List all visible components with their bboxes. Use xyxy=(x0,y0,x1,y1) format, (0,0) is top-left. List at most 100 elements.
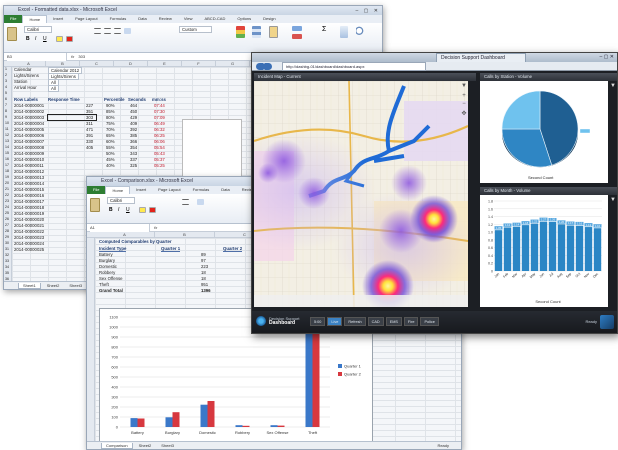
bar-quarter-1[interactable] xyxy=(235,425,243,427)
row-number[interactable]: 21 xyxy=(5,187,9,192)
ribbon-tab[interactable]: Page Layout xyxy=(152,186,186,194)
align-center-icon[interactable] xyxy=(104,28,111,34)
row-number[interactable]: 18 xyxy=(5,169,9,174)
month-bar[interactable] xyxy=(557,224,566,271)
row-number[interactable]: 26 xyxy=(5,217,9,222)
row-number[interactable]: 8 xyxy=(5,109,7,114)
row-number[interactable]: 28 xyxy=(5,229,9,234)
footer-button[interactable]: Refresh xyxy=(344,317,366,326)
sheet-tab[interactable]: Comparison xyxy=(101,443,133,449)
bar-quarter-2[interactable] xyxy=(137,418,145,428)
month-bar[interactable] xyxy=(512,226,521,271)
footer-button[interactable]: CAD xyxy=(367,317,384,326)
row-number[interactable]: 33 xyxy=(5,259,9,264)
footer-button[interactable]: Live xyxy=(327,317,343,326)
zoom-out-icon[interactable]: − xyxy=(461,101,467,107)
name-box[interactable]: B3 xyxy=(7,53,67,61)
row-number[interactable]: 27 xyxy=(5,223,9,228)
back-forward-icon[interactable] xyxy=(256,63,272,70)
ribbon-tab[interactable]: Review xyxy=(153,15,178,23)
number-format-box[interactable]: Custom xyxy=(179,26,212,33)
row-number[interactable]: 15 xyxy=(5,151,9,156)
ribbon-tab[interactable]: Data xyxy=(132,15,152,23)
ribbon-tab[interactable]: Insert xyxy=(47,15,69,23)
format-table-icon[interactable] xyxy=(252,26,261,38)
row-number[interactable]: 4 xyxy=(5,85,7,90)
ribbon-tab[interactable]: Home xyxy=(22,15,48,23)
paste-icon[interactable] xyxy=(7,27,17,41)
zoom-in-icon[interactable]: + xyxy=(461,93,467,99)
row-number[interactable]: 35 xyxy=(5,271,9,276)
bar-quarter-2[interactable] xyxy=(172,412,180,427)
ribbon-tab[interactable]: Insert xyxy=(130,186,152,194)
sheet-tab[interactable]: Sheet3 xyxy=(65,283,86,288)
row-number[interactable]: 2 xyxy=(5,73,7,78)
title-bar[interactable]: Excel - Formatted data.xlsx - Microsoft … xyxy=(4,6,382,15)
url-input[interactable]: http://dashbg-01/dashboard/dashboard.asp… xyxy=(282,62,426,71)
conditional-format-icon[interactable] xyxy=(236,26,245,38)
row-number[interactable]: 9 xyxy=(5,115,7,120)
row-number[interactable]: 20 xyxy=(5,181,9,186)
row-number[interactable]: 10 xyxy=(5,121,9,126)
row-number[interactable]: 14 xyxy=(5,145,9,150)
month-bar[interactable] xyxy=(530,223,539,271)
wrap-text-icon[interactable] xyxy=(124,28,131,34)
bar-quarter-1[interactable] xyxy=(165,417,173,427)
sheet-tab[interactable]: Sheet2 xyxy=(43,283,64,288)
ribbon-tab[interactable]: Page Layout xyxy=(69,15,103,23)
pie-slice[interactable] xyxy=(501,90,541,130)
row-number[interactable]: 3 xyxy=(5,79,7,84)
bar-quarter-1[interactable] xyxy=(305,331,313,427)
ribbon-tab[interactable]: Formulas xyxy=(104,15,133,23)
bar-quarter-2[interactable] xyxy=(207,401,215,427)
row-number[interactable]: 7 xyxy=(5,103,7,108)
footer-button[interactable]: EMS xyxy=(385,317,402,326)
underline-icon[interactable]: U xyxy=(43,36,50,42)
row-number[interactable]: 1 xyxy=(5,67,7,72)
row-number[interactable]: 24 xyxy=(5,205,9,210)
row-number[interactable]: 31 xyxy=(5,247,9,252)
row-number[interactable]: 29 xyxy=(5,235,9,240)
bar-panel[interactable]: 0 0.2 0.4 0.6 0.8 1.0 1.2 1.4 1.6 1.8 1.05 Jan 1.12 F… xyxy=(480,195,608,307)
sheet-tab[interactable]: Sheet3 xyxy=(157,443,178,448)
bar-quarter-2[interactable] xyxy=(277,425,285,427)
insert-cells-icon[interactable] xyxy=(292,26,302,31)
filter-value[interactable]: All xyxy=(48,85,59,92)
formula-input[interactable]: 303 xyxy=(78,54,85,59)
bar-quarter-2[interactable] xyxy=(242,425,250,427)
bar-quarter-1[interactable] xyxy=(130,418,138,427)
month-bar[interactable] xyxy=(521,225,530,271)
row-number[interactable]: 5 xyxy=(5,91,7,96)
ribbon-tab[interactable]: File xyxy=(4,15,23,23)
sheet-tab[interactable]: Sheet1 xyxy=(18,283,41,289)
row-number[interactable]: 19 xyxy=(5,175,9,180)
month-bar[interactable] xyxy=(503,227,512,271)
ribbon-tab[interactable]: Data xyxy=(215,186,235,194)
pie-filter-icon[interactable]: ▼ xyxy=(610,83,616,89)
browser-title-bar[interactable]: Decision Support Dashboard – ▢ ✕ xyxy=(252,53,617,63)
align-center-icon[interactable] xyxy=(182,199,189,205)
bold-icon[interactable]: B xyxy=(26,36,33,42)
bold-icon[interactable]: B xyxy=(109,207,116,213)
month-bar[interactable] xyxy=(494,230,503,271)
ribbon-tab[interactable]: Home xyxy=(105,186,131,194)
row-number[interactable]: 6 xyxy=(5,97,7,102)
sort-filter-icon[interactable] xyxy=(340,26,348,38)
bar-quarter-1[interactable] xyxy=(270,425,278,427)
font-color-icon[interactable] xyxy=(66,36,73,42)
heat-map[interactable] xyxy=(254,81,468,307)
fill-color-icon[interactable] xyxy=(56,36,63,42)
row-number[interactable]: 13 xyxy=(5,139,9,144)
ribbon-tab[interactable]: View xyxy=(178,15,199,23)
underline-icon[interactable]: U xyxy=(126,207,133,213)
row-number[interactable]: 25 xyxy=(5,211,9,216)
pie-panel[interactable]: Second Count xyxy=(480,81,608,183)
month-bar[interactable] xyxy=(584,227,593,271)
ribbon-tab[interactable]: Design xyxy=(257,15,281,23)
ribbon-tab[interactable]: Formulas xyxy=(187,186,216,194)
italic-icon[interactable]: I xyxy=(118,207,125,213)
footer-button[interactable]: Fire xyxy=(403,317,419,326)
align-left-icon[interactable] xyxy=(94,28,101,34)
month-bar[interactable] xyxy=(539,221,548,271)
row-number[interactable]: 17 xyxy=(5,163,9,168)
